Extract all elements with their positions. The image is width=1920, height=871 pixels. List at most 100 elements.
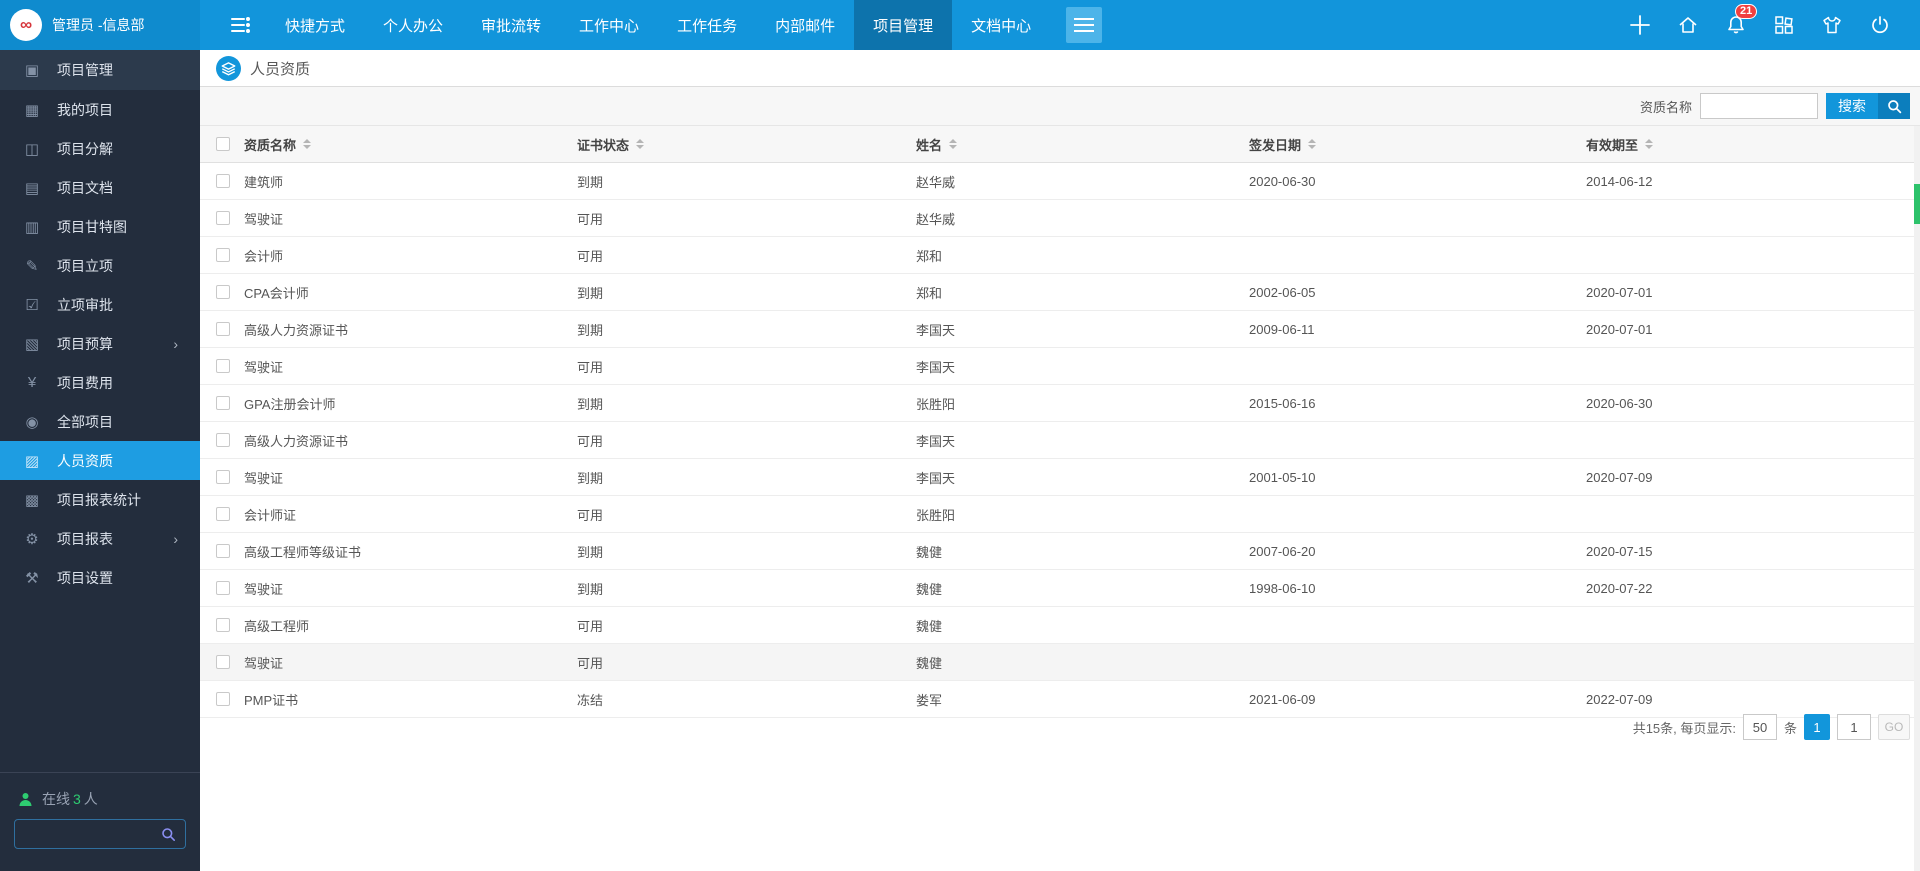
pagination-unit: 条 bbox=[1784, 718, 1797, 737]
page-title: 人员资质 bbox=[250, 58, 310, 79]
notifications-bell-icon[interactable]: 21 bbox=[1724, 13, 1748, 37]
sidebar-item[interactable]: ⚒项目设置 bbox=[0, 558, 200, 597]
project-budget-icon: ▧ bbox=[22, 335, 42, 353]
sort-icon[interactable] bbox=[1645, 135, 1653, 153]
qualification-name-input[interactable] bbox=[1700, 93, 1818, 119]
go-button[interactable]: GO bbox=[1878, 714, 1910, 740]
sidebar-item[interactable]: ◉全部项目 bbox=[0, 402, 200, 441]
sidebar-item[interactable]: ▤项目文档 bbox=[0, 168, 200, 207]
sidebar: ▣项目管理▦我的项目◫项目分解▤项目文档▥项目甘特图✎项目立项☑立项审批▧项目预… bbox=[0, 50, 200, 871]
table-row[interactable]: 高级工程师可用魏健 bbox=[200, 607, 1920, 644]
sidebar-item[interactable]: ¥ 项目费用 bbox=[0, 363, 200, 402]
nav-item[interactable]: 快捷方式 bbox=[266, 0, 364, 50]
page-size-input[interactable] bbox=[1743, 714, 1777, 740]
cell-qualification-name: GPA注册会计师 bbox=[244, 385, 336, 421]
table-row[interactable]: CPA会计师到期郑和2002-06-052020-07-01 bbox=[200, 274, 1920, 311]
nav-item[interactable]: 文档中心 bbox=[952, 0, 1050, 50]
menu-toggle-icon[interactable] bbox=[228, 15, 252, 35]
sidebar-item[interactable]: ✎项目立项 bbox=[0, 246, 200, 285]
logo-icon[interactable]: ∞ bbox=[10, 9, 42, 41]
sidebar-item[interactable]: ◫项目分解 bbox=[0, 129, 200, 168]
sidebar-item[interactable]: ▣项目管理 bbox=[0, 50, 200, 90]
nav-item[interactable]: 审批流转 bbox=[462, 0, 560, 50]
cell-person-name: 娄军 bbox=[916, 681, 942, 717]
sort-icon[interactable] bbox=[303, 135, 311, 153]
more-menu-button[interactable] bbox=[1066, 7, 1102, 43]
row-checkbox[interactable] bbox=[216, 322, 230, 336]
row-checkbox[interactable] bbox=[216, 248, 230, 262]
add-icon[interactable] bbox=[1628, 13, 1652, 37]
project-reports-icon: ⚙ bbox=[22, 530, 42, 548]
nav-item[interactable]: 工作任务 bbox=[658, 0, 756, 50]
table-row[interactable]: 驾驶证到期李国天2001-05-102020-07-09 bbox=[200, 459, 1920, 496]
sidebar-item[interactable]: ▥项目甘特图 bbox=[0, 207, 200, 246]
apps-grid-icon[interactable] bbox=[1772, 13, 1796, 37]
sidebar-item[interactable]: ☑立项审批 bbox=[0, 285, 200, 324]
sort-icon[interactable] bbox=[1308, 135, 1316, 153]
sidebar-item[interactable]: ⚙项目报表› bbox=[0, 519, 200, 558]
table-row[interactable]: 驾驶证可用赵华威 bbox=[200, 200, 1920, 237]
theme-shirt-icon[interactable] bbox=[1820, 13, 1844, 37]
chevron-right-icon: › bbox=[173, 531, 178, 547]
home-icon[interactable] bbox=[1676, 13, 1700, 37]
cell-valid-until: 2020-07-15 bbox=[1586, 533, 1653, 569]
current-page-button[interactable]: 1 bbox=[1804, 714, 1830, 740]
row-checkbox[interactable] bbox=[216, 470, 230, 484]
row-checkbox[interactable] bbox=[216, 174, 230, 188]
online-count: 3 bbox=[73, 791, 81, 807]
nav-item[interactable]: 工作中心 bbox=[560, 0, 658, 50]
search-group: 资质名称 搜索 bbox=[1640, 93, 1910, 119]
project-expense-icon: ¥ bbox=[22, 374, 42, 391]
table-row[interactable]: 建筑师到期赵华威2020-06-302014-06-12 bbox=[200, 163, 1920, 200]
sidebar-search-input[interactable] bbox=[24, 826, 161, 843]
cell-person-name: 魏健 bbox=[916, 570, 942, 606]
row-checkbox[interactable] bbox=[216, 285, 230, 299]
table-row[interactable]: 高级人力资源证书可用李国天 bbox=[200, 422, 1920, 459]
search-button[interactable]: 搜索 bbox=[1826, 93, 1910, 119]
sidebar-item-label: 项目费用 bbox=[57, 373, 113, 393]
sidebar-item[interactable]: ▨人员资质 bbox=[0, 441, 200, 480]
sort-icon[interactable] bbox=[636, 135, 644, 153]
sidebar-search-icon[interactable] bbox=[161, 827, 176, 842]
vertical-scrollbar[interactable] bbox=[1914, 126, 1920, 871]
power-logout-icon[interactable] bbox=[1868, 13, 1892, 37]
sidebar-item[interactable]: ▦我的项目 bbox=[0, 90, 200, 129]
nav-item[interactable]: 内部邮件 bbox=[756, 0, 854, 50]
table-row[interactable]: 驾驶证到期魏健1998-06-102020-07-22 bbox=[200, 570, 1920, 607]
cell-qualification-name: 高级工程师 bbox=[244, 607, 309, 643]
top-nav: 快捷方式个人办公审批流转工作中心工作任务内部邮件项目管理文档中心 bbox=[266, 0, 1050, 50]
row-checkbox[interactable] bbox=[216, 618, 230, 632]
row-checkbox[interactable] bbox=[216, 692, 230, 706]
nav-item[interactable]: 项目管理 bbox=[854, 0, 952, 50]
sidebar-item-label: 立项审批 bbox=[57, 295, 113, 315]
cell-person-name: 郑和 bbox=[916, 237, 942, 273]
row-checkbox[interactable] bbox=[216, 581, 230, 595]
select-all-checkbox[interactable] bbox=[216, 137, 230, 151]
row-checkbox[interactable] bbox=[216, 507, 230, 521]
row-checkbox[interactable] bbox=[216, 396, 230, 410]
table-row[interactable]: 会计师可用郑和 bbox=[200, 237, 1920, 274]
row-checkbox[interactable] bbox=[216, 433, 230, 447]
sidebar-item-label: 项目设置 bbox=[57, 568, 113, 588]
table-row[interactable]: 高级工程师等级证书到期魏健2007-06-202020-07-15 bbox=[200, 533, 1920, 570]
table-row[interactable]: 会计师证可用张胜阳 bbox=[200, 496, 1920, 533]
table-row[interactable]: PMP证书冻结娄军2021-06-092022-07-09 bbox=[200, 681, 1920, 718]
scrollbar-thumb[interactable] bbox=[1914, 184, 1920, 224]
sort-icon[interactable] bbox=[949, 135, 957, 153]
nav-item[interactable]: 个人办公 bbox=[364, 0, 462, 50]
row-checkbox[interactable] bbox=[216, 655, 230, 669]
row-checkbox[interactable] bbox=[216, 211, 230, 225]
table-row[interactable]: 高级人力资源证书到期李国天2009-06-112020-07-01 bbox=[200, 311, 1920, 348]
cell-issue-date: 2002-06-05 bbox=[1249, 274, 1316, 310]
table-row[interactable]: 驾驶证可用李国天 bbox=[200, 348, 1920, 385]
row-checkbox[interactable] bbox=[216, 359, 230, 373]
sidebar-item-label: 项目甘特图 bbox=[57, 217, 127, 237]
goto-page-input[interactable] bbox=[1837, 714, 1871, 740]
row-checkbox[interactable] bbox=[216, 544, 230, 558]
cell-qualification-name: 高级人力资源证书 bbox=[244, 422, 348, 458]
table-row[interactable]: 驾驶证可用魏健 bbox=[200, 644, 1920, 681]
sidebar-item[interactable]: ▧项目预算› bbox=[0, 324, 200, 363]
table-row[interactable]: GPA注册会计师到期张胜阳2015-06-162020-06-30 bbox=[200, 385, 1920, 422]
sidebar-item[interactable]: ▩项目报表统计 bbox=[0, 480, 200, 519]
topbar: ∞ 管理员 -信息部 快捷方式个人办公审批流转工作中心工作任务内部邮件项目管理文… bbox=[0, 0, 1920, 50]
